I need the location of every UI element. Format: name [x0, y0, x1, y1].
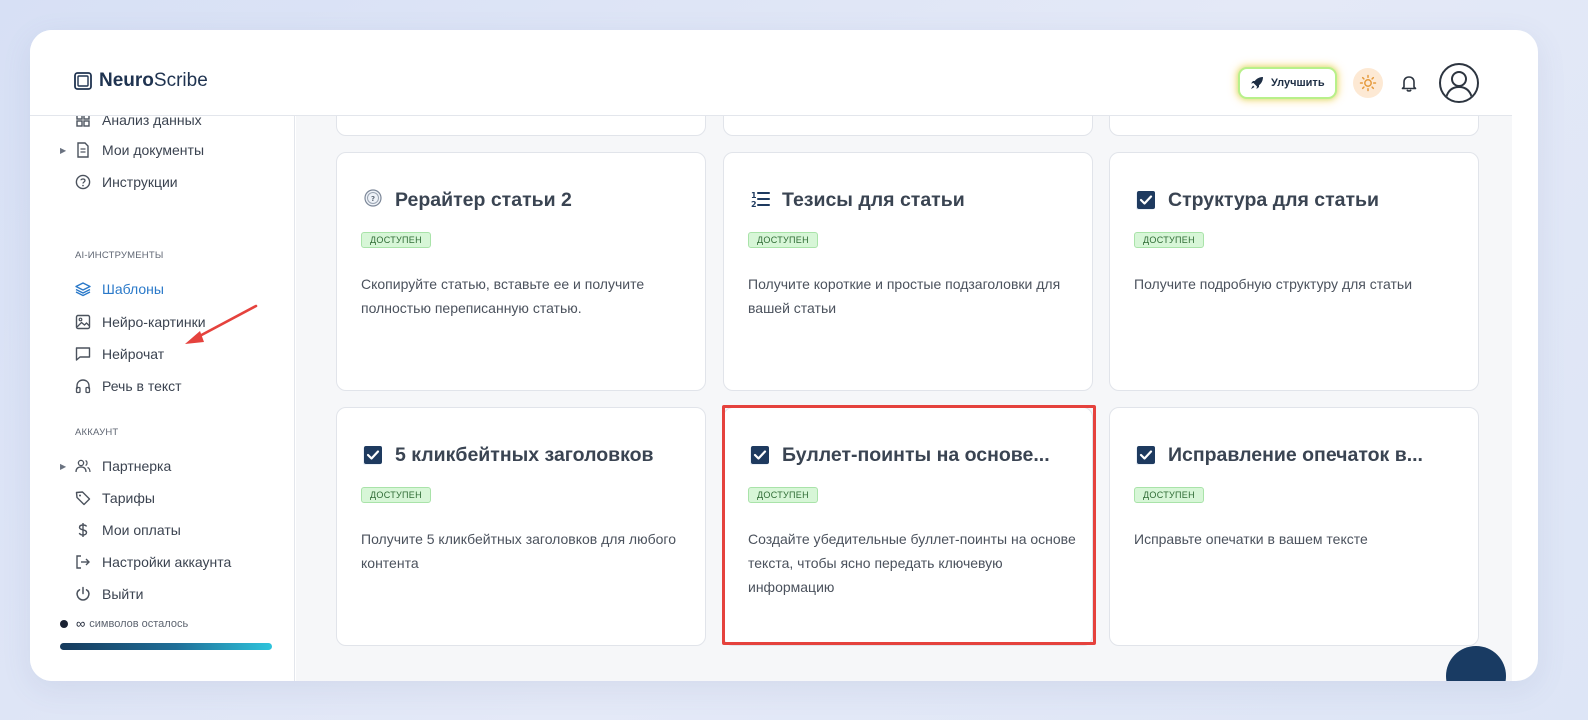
annotation-arrow-icon	[185, 304, 258, 344]
sidebar-item-label: Инструкции	[102, 174, 178, 190]
card-title: 5 кликбейтных заголовков	[361, 442, 654, 468]
template-card-partial[interactable]	[1109, 116, 1479, 136]
chat-icon	[74, 345, 92, 363]
clock-icon: ?	[361, 187, 385, 213]
status-badge: ДОСТУПЕН	[361, 232, 431, 248]
app-window: Neuro Scribe Улучшить Анализ данных ▶ Мо…	[30, 30, 1538, 681]
theme-toggle-button[interactable]	[1353, 68, 1383, 98]
rocket-icon	[1251, 77, 1263, 89]
layers-icon	[74, 280, 92, 298]
sidebar-item-account-settings[interactable]: Настройки аккаунта	[60, 550, 231, 574]
template-card-typo-fix[interactable]: Исправление опечаток в... ДОСТУПЕН Испра…	[1109, 407, 1479, 646]
sun-icon	[1359, 74, 1377, 92]
support-chat-button[interactable]	[1446, 646, 1506, 681]
expand-caret-icon[interactable]: ▶	[60, 462, 74, 471]
credits-counter: ∞ символов осталось	[60, 616, 188, 631]
expand-caret-icon[interactable]: ▶	[60, 146, 74, 155]
template-card-partial[interactable]	[336, 116, 706, 136]
status-badge: ДОСТУПЕН	[748, 487, 818, 503]
templates-grid: ? Рерайтер статьи 2 ДОСТУПЕН Скопируйте …	[296, 116, 1512, 681]
sidebar-item-my-documents[interactable]: ▶ Мои документы	[60, 138, 204, 162]
image-icon	[74, 313, 92, 331]
logo-text-light: Scribe	[153, 70, 208, 91]
sidebar-item-label: Выйти	[102, 586, 144, 602]
tag-icon	[74, 489, 92, 507]
card-description: Получите подробную структуру для статьи	[1134, 276, 1413, 292]
card-title: Буллет-поинты на основе...	[748, 442, 1050, 468]
card-description: Создайте убедительные буллет-поинты на о…	[748, 531, 1076, 595]
sidebar-item-tariffs[interactable]: Тарифы	[60, 486, 155, 510]
login-icon	[74, 553, 92, 571]
sidebar-item-templates[interactable]: Шаблоны	[60, 277, 164, 301]
power-icon	[74, 585, 92, 603]
sidebar-item-data-analysis[interactable]: Анализ данных	[60, 116, 202, 132]
credits-symbol: ∞	[76, 616, 86, 631]
sidebar-item-label: Мои оплаты	[102, 522, 181, 538]
status-dot	[60, 619, 68, 628]
sidebar-item-label: Тарифы	[102, 490, 155, 506]
checkbox-icon	[748, 442, 772, 468]
sidebar-item-speech-to-text[interactable]: Речь в текст	[60, 374, 182, 398]
template-card-theses[interactable]: 12 Тезисы для статьи ДОСТУПЕН Получите к…	[723, 152, 1093, 391]
numbered-list-icon: 12	[748, 187, 772, 213]
sidebar-item-label: Шаблоны	[102, 281, 164, 297]
headphones-icon	[74, 377, 92, 395]
document-icon	[74, 141, 92, 159]
card-title: Структура для статьи	[1134, 187, 1379, 213]
user-avatar[interactable]	[1439, 63, 1479, 103]
sidebar: Анализ данных ▶ Мои документы Инструкции…	[30, 116, 295, 681]
status-badge: ДОСТУПЕН	[1134, 487, 1204, 503]
top-header: Neuro Scribe Улучшить	[30, 30, 1512, 116]
card-title: ? Рерайтер статьи 2	[361, 187, 572, 213]
users-icon	[74, 457, 92, 475]
sidebar-item-neuro-chat[interactable]: Нейрочат	[60, 342, 164, 366]
card-description: Получите 5 кликбейтных заголовков для лю…	[361, 531, 676, 571]
sidebar-item-logout[interactable]: Выйти	[60, 582, 143, 606]
card-title: Исправление опечаток в...	[1134, 442, 1423, 468]
sidebar-item-label: Анализ данных	[102, 116, 202, 128]
svg-text:1: 1	[751, 191, 757, 200]
card-description: Исправьте опечатки в вашем тексте	[1134, 531, 1368, 547]
app-logo[interactable]: Neuro Scribe	[73, 70, 208, 92]
checkbox-icon	[361, 442, 385, 468]
template-card-partial[interactable]	[723, 116, 1093, 136]
logo-text-strong: Neuro	[99, 70, 154, 91]
user-icon	[1445, 71, 1473, 99]
sidebar-item-partners[interactable]: ▶ Партнерка	[60, 454, 171, 478]
bell-icon	[1401, 76, 1417, 92]
sidebar-item-instructions[interactable]: Инструкции	[60, 170, 178, 194]
logo-icon	[74, 72, 92, 90]
checkbox-icon	[1134, 442, 1158, 468]
sidebar-item-label: Речь в текст	[102, 378, 182, 394]
status-badge: ДОСТУПЕН	[748, 232, 818, 248]
card-description: Получите короткие и простые подзаголовки…	[748, 276, 1061, 316]
status-badge: ДОСТУПЕН	[1134, 232, 1204, 248]
template-card-structure[interactable]: Структура для статьи ДОСТУПЕН Получите п…	[1109, 152, 1479, 391]
status-badge: ДОСТУПЕН	[361, 487, 431, 503]
sidebar-item-label: Партнерка	[102, 458, 172, 474]
card-description: Скопируйте статью, вставьте ее и получит…	[361, 276, 645, 316]
template-card-clickbait[interactable]: 5 кликбейтных заголовков ДОСТУПЕН Получи…	[336, 407, 706, 646]
credits-label: символов осталось	[89, 617, 189, 630]
svg-text:?: ?	[371, 195, 375, 203]
checkbox-icon	[1134, 187, 1158, 213]
sidebar-item-label: Настройки аккаунта	[102, 554, 232, 570]
template-card-rewriter[interactable]: ? Рерайтер статьи 2 ДОСТУПЕН Скопируйте …	[336, 152, 706, 391]
grid-icon	[74, 116, 92, 129]
upgrade-label: Улучшить	[1271, 77, 1325, 89]
sidebar-item-label: Мои документы	[102, 142, 205, 158]
template-card-bullet-points[interactable]: Буллет-поинты на основе... ДОСТУПЕН Созд…	[723, 407, 1093, 646]
section-title-account: АККАУНТ	[75, 427, 119, 438]
credits-progress-bar	[60, 643, 272, 650]
notifications-button[interactable]	[1396, 70, 1422, 96]
dollar-icon	[74, 521, 92, 539]
section-title-ai-tools: AI-ИНСТРУМЕНТЫ	[75, 250, 164, 261]
help-circle-icon	[74, 173, 92, 191]
upgrade-button[interactable]: Улучшить	[1238, 67, 1337, 99]
svg-text:2: 2	[751, 200, 757, 209]
card-title: 12 Тезисы для статьи	[748, 187, 965, 213]
sidebar-item-my-payments[interactable]: Мои оплаты	[60, 518, 181, 542]
sidebar-item-label: Нейрочат	[102, 346, 165, 362]
